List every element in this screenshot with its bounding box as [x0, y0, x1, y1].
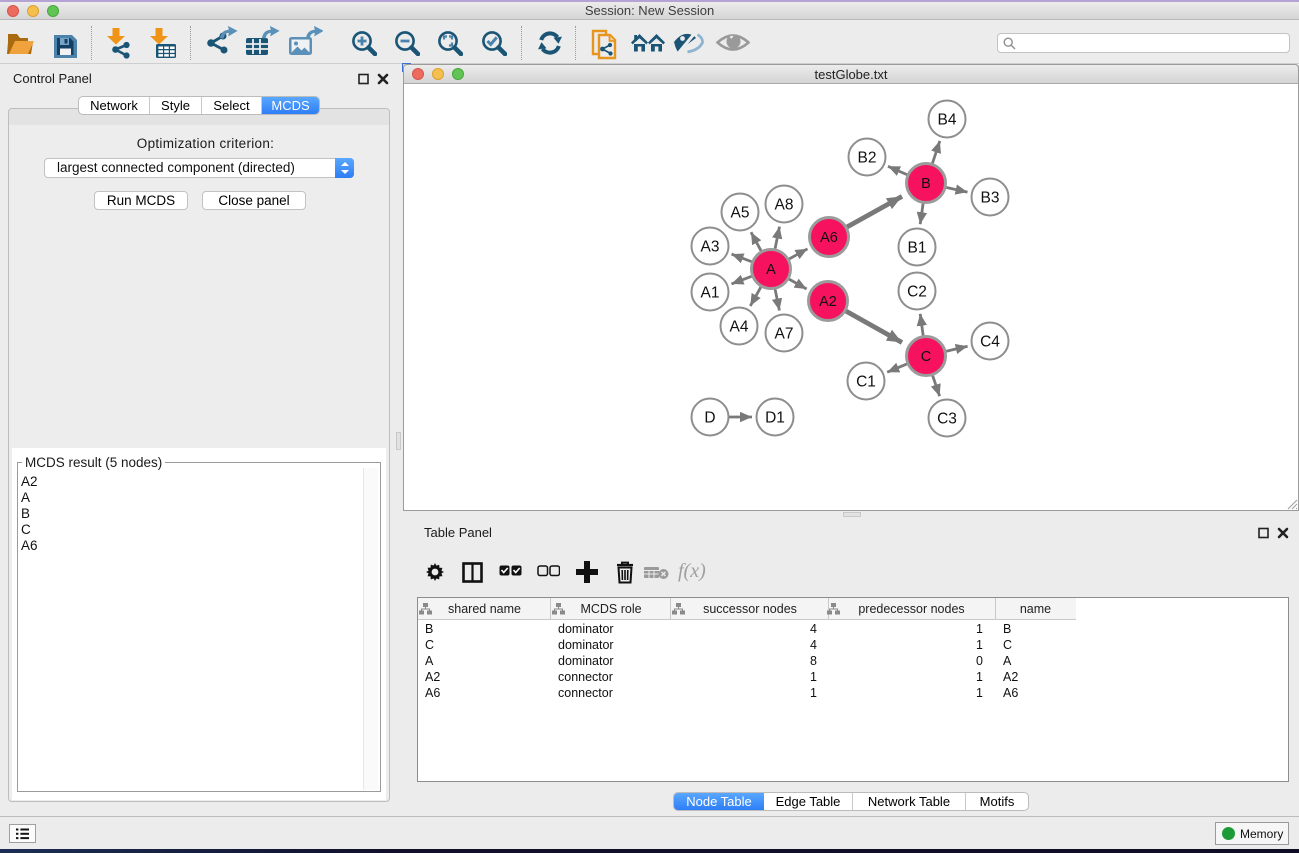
svg-text:A: A [766, 262, 776, 278]
svg-text:B1: B1 [908, 240, 927, 257]
svg-text:A2: A2 [819, 294, 837, 310]
svg-text:C4: C4 [980, 334, 1000, 351]
svg-text:C: C [921, 349, 931, 365]
svg-text:C2: C2 [907, 284, 927, 301]
svg-text:A6: A6 [820, 230, 838, 246]
svg-text:A5: A5 [731, 205, 750, 222]
svg-text:D: D [704, 410, 715, 427]
svg-text:C3: C3 [937, 411, 957, 428]
svg-text:A7: A7 [775, 326, 794, 343]
svg-text:C1: C1 [856, 374, 876, 391]
svg-text:B2: B2 [858, 150, 877, 167]
svg-text:B3: B3 [981, 190, 1000, 207]
svg-text:B: B [921, 176, 931, 192]
svg-text:A4: A4 [730, 319, 749, 336]
svg-text:B4: B4 [938, 112, 957, 129]
svg-text:A8: A8 [775, 197, 794, 214]
svg-text:D1: D1 [765, 410, 785, 427]
svg-text:A1: A1 [701, 285, 720, 302]
svg-text:A3: A3 [701, 239, 720, 256]
